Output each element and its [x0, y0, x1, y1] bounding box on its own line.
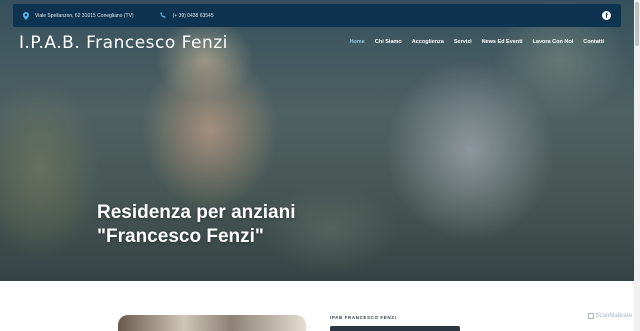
nav-contatti[interactable]: Contatti: [583, 39, 604, 45]
phone-info[interactable]: (+ 39) 0438 63545: [159, 12, 214, 19]
page-scrollbar[interactable]: [634, 0, 640, 331]
main-nav: Home Chi Siamo Accoglienza Servizi News …: [350, 39, 604, 45]
section-eyebrow: IPAB FRANCESCO FENZI: [330, 315, 397, 320]
nav-news-ed-eventi[interactable]: News Ed Eventi: [482, 39, 523, 45]
top-info-bar: Viale Spellanzon, 62 31015 Conegliano (T…: [13, 4, 621, 27]
scrollbar-thumb[interactable]: [635, 2, 639, 46]
nav-accoglienza[interactable]: Accoglienza: [412, 39, 444, 45]
site-logo-text[interactable]: I.P.A.B. Francesco Fenzi: [19, 33, 228, 53]
watermark-text: ScanMalware: [595, 313, 632, 319]
facebook-icon[interactable]: f: [602, 11, 611, 20]
scanmalware-icon: [587, 313, 594, 319]
nav-lavora-con-noi[interactable]: Lavora Con Noi: [533, 39, 574, 45]
hero-headline-line1: Residenza per anziani: [97, 202, 296, 223]
nav-home[interactable]: Home: [350, 39, 365, 45]
section-title-cropped: [330, 324, 470, 331]
map-pin-icon: [23, 11, 29, 20]
address-info: Viale Spellanzon, 62 31015 Conegliano (T…: [23, 11, 134, 20]
watermark: ScanMalware: [587, 313, 632, 319]
phone-icon: [159, 12, 166, 18]
about-photo: [118, 315, 306, 331]
nav-chi-siamo[interactable]: Chi Siamo: [375, 39, 402, 45]
nav-servizi[interactable]: Servizi: [454, 39, 472, 45]
hero-headline-line2: "Francesco Fenzi": [97, 226, 264, 247]
phone-text[interactable]: (+ 39) 0438 63545: [173, 13, 214, 19]
hero-headline: Residenza per anziani "Francesco Fenzi": [97, 201, 296, 249]
address-text: Viale Spellanzon, 62 31015 Conegliano (T…: [35, 12, 134, 19]
hero-banner: Viale Spellanzon, 62 31015 Conegliano (T…: [0, 0, 634, 281]
